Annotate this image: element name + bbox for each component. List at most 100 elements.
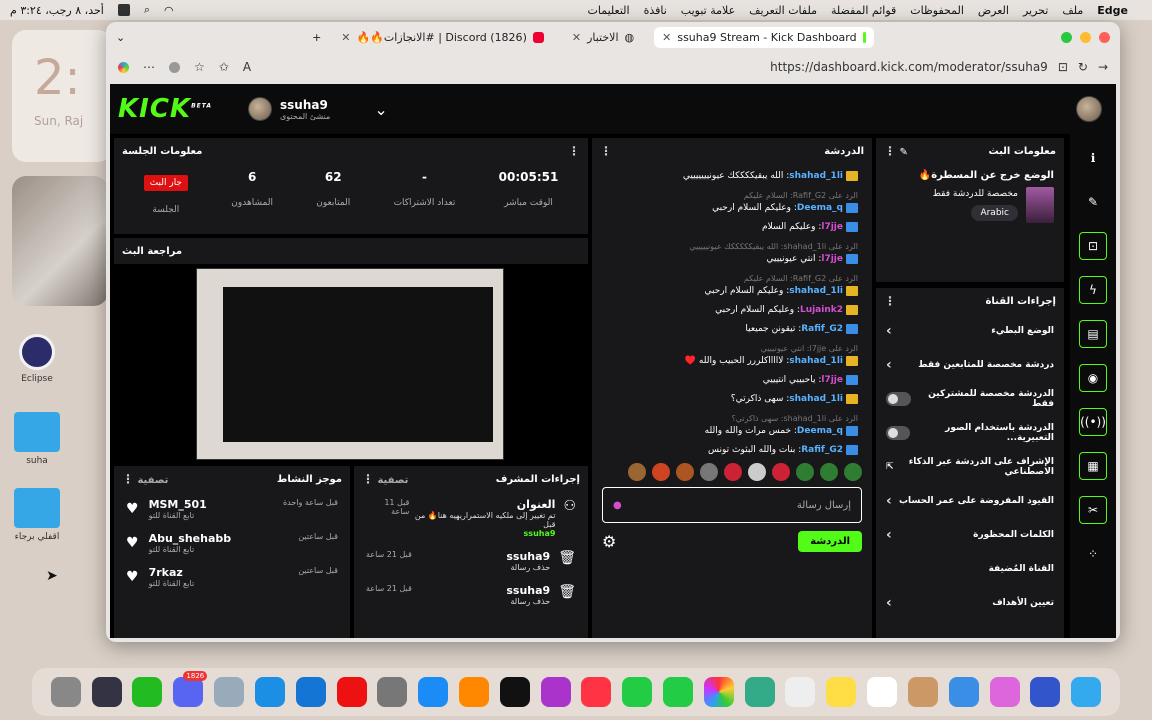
emote-icon[interactable] <box>700 463 718 481</box>
menubar-item[interactable]: المحفوظات <box>910 4 964 17</box>
photos-icon[interactable] <box>703 677 734 707</box>
chat-username[interactable]: Deema_q <box>797 203 843 213</box>
layout-icon[interactable]: ▦ <box>1079 452 1107 480</box>
discord-icon[interactable]: 1826 <box>173 671 208 707</box>
close-tab-icon[interactable]: ✕ <box>341 31 350 44</box>
chat-message[interactable]: Rafif_G2: بنات والله البثوث تونس <box>602 444 858 457</box>
filter-button[interactable]: تصفية <box>137 475 168 486</box>
wrench-icon[interactable]: ✂ <box>1079 496 1107 524</box>
mod-action-row[interactable]: 🗑 ssuha9 حذف رسالة قبل 21 ساعة <box>354 544 588 578</box>
channel-action-item[interactable]: الإشراف على الدردشة عبر الذكاء الاصطناعي… <box>876 450 1064 484</box>
mod-action-row[interactable]: 🗑 ssuha9 حذف رسالة قبل 21 ساعة <box>354 578 588 612</box>
safari-icon[interactable] <box>254 677 285 707</box>
close-window-button[interactable] <box>1098 31 1110 43</box>
chat-message[interactable]: الرد على Rafif_G2: السلام عليكم shahad_1l… <box>602 272 858 298</box>
settings-icon[interactable] <box>377 677 408 707</box>
settings-gear-icon[interactable]: ⚙ <box>602 532 616 551</box>
kebab-icon[interactable]: ⋮ <box>600 144 612 158</box>
channel-action-item[interactable]: الدردشة مخصصة للمشتركين فقط <box>876 382 1064 416</box>
notes-icon[interactable]: ▤ <box>1079 320 1107 348</box>
activity-row[interactable]: ♥ MSM_501 تابع القناة للتو قبل ساعة واحدة <box>114 492 350 526</box>
desktop-icon-eclipse[interactable]: Eclipse <box>12 334 62 384</box>
apps-icon[interactable]: ⁘ <box>1079 540 1107 568</box>
app-store-icon[interactable] <box>418 677 449 707</box>
maps-icon[interactable] <box>744 677 775 707</box>
menubar-item[interactable]: ملفات التعريف <box>749 4 817 17</box>
launchpad-icon[interactable] <box>989 677 1020 707</box>
tv-icon[interactable] <box>499 677 530 707</box>
chat-message[interactable]: shahad_1li: الله يبقيككككك عيونيييييييي <box>602 170 858 183</box>
wifi-icon[interactable]: ◠ <box>164 4 174 17</box>
chat-message[interactable]: الرد على l7jje: انتي عيونيييي shahad_1li:… <box>602 342 858 368</box>
search-icon[interactable]: ⌕ <box>144 3 150 17</box>
messages-icon[interactable] <box>663 677 693 707</box>
podcasts-icon[interactable] <box>540 677 571 707</box>
chat-username[interactable]: shahad_1li <box>789 394 843 404</box>
emote-icon[interactable] <box>844 463 862 481</box>
channel-action-item[interactable]: دردشة مخصصة للمتابعين فقط › <box>876 348 1064 382</box>
kebab-icon[interactable]: ⋮ <box>884 294 896 308</box>
copilot-icon[interactable] <box>118 61 129 73</box>
contacts-icon[interactable] <box>907 677 938 707</box>
channel-action-item[interactable]: تعيين الأهداف › <box>876 586 1064 620</box>
chat-message[interactable]: Lujaink2: وعليكم السلام ارحبي <box>602 304 858 317</box>
url-text[interactable]: https://dashboard.kick.com/moderator/ssu… <box>770 60 1048 74</box>
chat-username[interactable]: l7jje <box>821 254 843 264</box>
channel-action-item[interactable]: الوضع البطيء › <box>876 314 1064 348</box>
close-tab-icon[interactable]: ✕ <box>662 31 671 44</box>
facetime-video-icon[interactable] <box>622 677 653 707</box>
chevron-right-icon[interactable]: › <box>886 493 892 509</box>
chat-message[interactable]: l7jje: ياحبيبي انتيييي <box>602 374 858 387</box>
chevron-down-icon[interactable]: ⌄ <box>374 100 387 119</box>
desktop-icon-folder[interactable]: اقفلي برجاء <box>12 488 62 542</box>
minimize-button[interactable] <box>1079 31 1091 43</box>
chat-icon[interactable]: ◉ <box>1079 364 1107 392</box>
menubar-datetime[interactable]: أحد، ٨ رجب، ٣:٢٤ م <box>10 4 104 17</box>
tab-test[interactable]: ◍ الاختبار ✕ <box>564 27 642 48</box>
kebab-icon[interactable]: ⋮ <box>884 144 896 158</box>
close-tab-icon[interactable]: ✕ <box>572 31 581 44</box>
opera-icon[interactable] <box>336 677 367 707</box>
chevron-right-icon[interactable]: › <box>886 527 892 543</box>
chat-message[interactable]: shahad_1li: سهى ذاكرتي؟ <box>602 393 858 406</box>
desktop-icon-folder[interactable]: suha <box>12 412 62 466</box>
tab-kick-dashboard[interactable]: ssuha9 Stream - Kick Dashboard ✕ <box>654 26 875 48</box>
kebab-icon[interactable]: ⋮ <box>362 472 374 486</box>
calendar-icon[interactable] <box>867 677 898 707</box>
chat-message[interactable]: الرد على shahad_1li: سهى ذاكرتي؟ Deema_q:… <box>602 412 858 438</box>
siri-icon[interactable] <box>1030 677 1061 707</box>
chat-username[interactable]: shahad_1li <box>789 286 843 296</box>
chat-message[interactable]: الرد على Rafif_G2: السلام عليكم Deema_q: … <box>602 189 858 215</box>
channel-action-item[interactable]: الكلمات المحظورة › <box>876 518 1064 552</box>
chevron-right-icon[interactable]: › <box>886 357 892 373</box>
add-favorite-icon[interactable]: ✩ <box>219 60 229 74</box>
new-tab-button[interactable]: + <box>312 31 321 44</box>
chat-input[interactable]: إرسال رسالة ● <box>602 487 862 523</box>
chat-message[interactable]: l7jje: وعليكم السلام <box>602 221 858 234</box>
emote-icon[interactable] <box>748 463 766 481</box>
favorites-icon[interactable]: ☆ <box>194 60 205 74</box>
kebab-icon[interactable]: ⋮ <box>568 144 580 158</box>
toggle-switch[interactable] <box>886 392 911 406</box>
mod-action-row[interactable]: ⚇ العنوان تم تغيير إلى ملكيه الاستمراريهيه… <box>354 492 588 544</box>
menubar-item[interactable]: علامة تبويب <box>681 4 735 17</box>
profile-icon[interactable] <box>169 61 180 73</box>
tab-discord[interactable]: (1826) Discord | #الانجازات🔥🔥 ✕ <box>333 27 552 48</box>
capture-icon[interactable]: ⊡ <box>1079 232 1107 260</box>
chat-message[interactable]: الرد على shahad_1li: الله يبقيكككككك عيو… <box>602 240 858 266</box>
chat-send-button[interactable]: الدردشة <box>798 531 862 552</box>
menubar-extra-icon[interactable] <box>117 4 130 16</box>
stream-preview-video[interactable] <box>196 268 504 460</box>
emote-icon[interactable] <box>820 463 838 481</box>
screen-icon[interactable] <box>91 677 122 707</box>
maximize-button[interactable] <box>1060 31 1072 43</box>
channel-switcher[interactable]: ssuha9 منشئ المحتوى ⌄ <box>248 97 388 121</box>
menubar-item[interactable]: تحرير <box>1023 4 1048 17</box>
emote-icon[interactable] <box>652 463 670 481</box>
emote-icon[interactable] <box>772 463 790 481</box>
books-icon[interactable] <box>458 677 489 707</box>
emote-icon[interactable] <box>628 463 646 481</box>
menubar-item[interactable]: ملف <box>1062 4 1083 17</box>
chat-username[interactable]: l7jje <box>821 222 843 232</box>
chat-message[interactable]: Rafif_G2: تيقونن جميعيا <box>602 323 858 336</box>
